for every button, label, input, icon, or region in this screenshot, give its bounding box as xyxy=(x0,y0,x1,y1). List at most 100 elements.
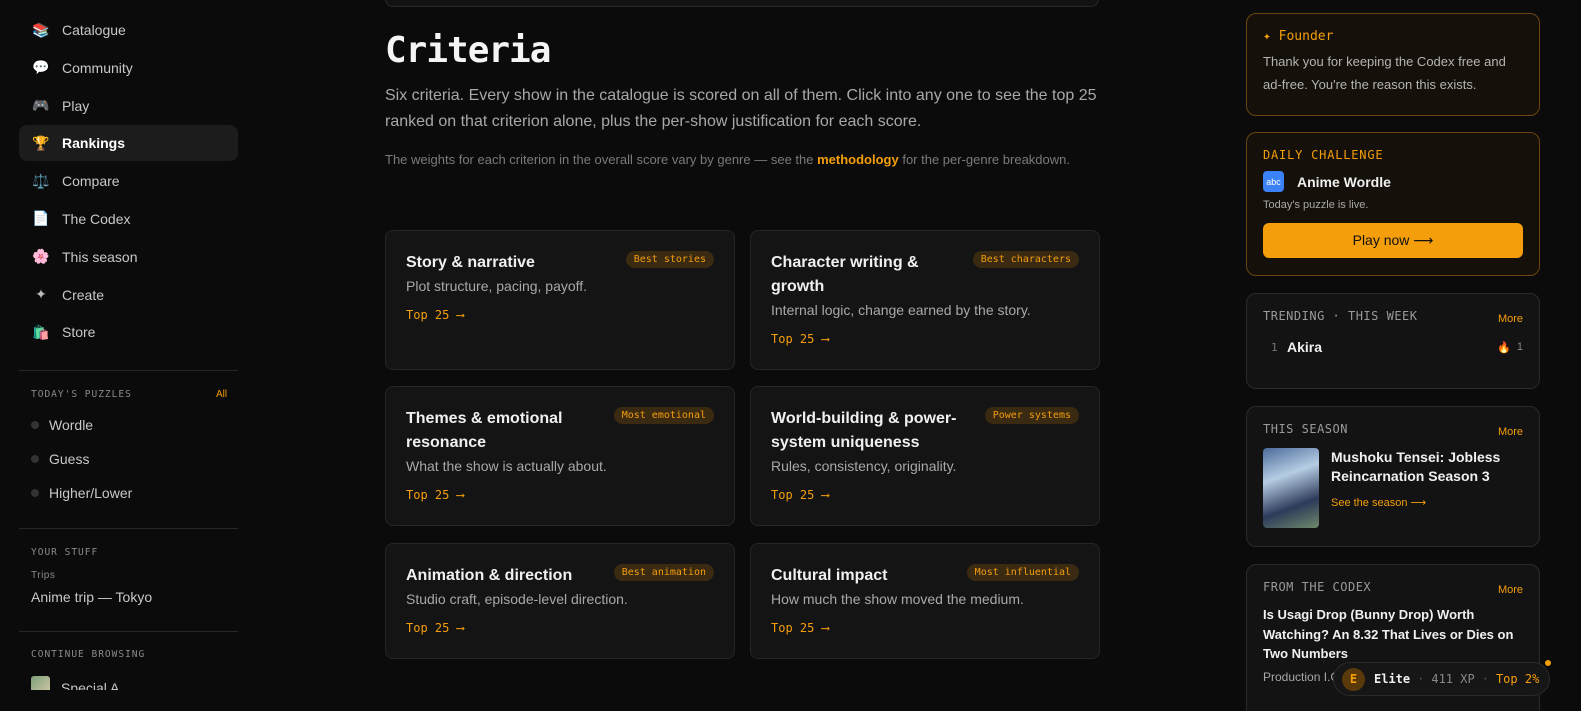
play-now-button[interactable]: Play now ⟶ xyxy=(1263,223,1523,258)
nav-item-catalogue[interactable]: 📚 Catalogue xyxy=(19,12,238,48)
weights-note: The weights for each criterion in the ov… xyxy=(385,150,1085,170)
criterion-desc: Rules, consistency, originality. xyxy=(771,458,957,474)
top-card-edge xyxy=(385,0,1099,7)
trending-count: 1 xyxy=(1516,341,1523,353)
nav-item-create[interactable]: ✦ Create xyxy=(19,277,238,313)
criterion-desc: Internal logic, change earned by the sto… xyxy=(771,302,1031,318)
nav-label: This season xyxy=(62,248,138,265)
separator: · xyxy=(1481,672,1489,686)
top-25-link[interactable]: Top 25 ⟶ xyxy=(406,621,714,635)
trending-more-link[interactable]: More xyxy=(1498,313,1523,325)
criterion-title: Cultural impact xyxy=(771,567,888,584)
criterion-title: Themes & emotional resonance xyxy=(406,410,563,451)
top-25-link[interactable]: Top 25 ⟶ xyxy=(771,332,1079,346)
codex-more-link[interactable]: More xyxy=(1498,584,1523,596)
continue-item[interactable]: Special A xyxy=(31,676,119,690)
trending-name: Akira xyxy=(1287,339,1323,355)
status-dot xyxy=(31,455,39,463)
puzzle-item-guess[interactable]: Guess xyxy=(31,451,89,467)
trending-card: TRENDING · THIS WEEK More 1 Akira 🔥 1 xyxy=(1246,293,1540,389)
codex-icon: 📄 xyxy=(32,210,50,227)
puzzle-label: Wordle xyxy=(49,417,94,433)
note-text: for the per-genre breakdown. xyxy=(898,152,1070,167)
xp-status-pill[interactable]: E Elite · 411 XP · Top 2% xyxy=(1333,662,1550,696)
trending-rank: 1 xyxy=(1271,340,1278,354)
flame-icon: 🔥 xyxy=(1497,341,1511,354)
criterion-title: World-building & power-system uniqueness xyxy=(771,410,957,451)
season-item[interactable]: Mushoku Tensei: Jobless Reincarnation Se… xyxy=(1263,448,1523,528)
top-25-link[interactable]: Top 25 ⟶ xyxy=(406,308,714,322)
note-text: The weights for each criterion in the ov… xyxy=(385,152,818,167)
trips-label: Trips xyxy=(31,570,56,581)
nav-item-rankings[interactable]: 🏆 Rankings xyxy=(19,125,238,162)
daily-challenge-sub: Today's puzzle is live. xyxy=(1263,199,1369,211)
criterion-badge: Most emotional xyxy=(613,407,714,424)
criterion-card-story[interactable]: Story & narrative Best stories Plot stru… xyxy=(385,230,735,370)
criterion-card-character[interactable]: Character writing & growth Best characte… xyxy=(750,230,1100,370)
nav-label: Play xyxy=(62,97,90,114)
page-title: Criteria xyxy=(385,30,551,71)
nav-item-compare[interactable]: ⚖️ Compare xyxy=(19,163,238,199)
methodology-link[interactable]: methodology xyxy=(817,152,899,167)
intro-text: Six criteria. Every show in the catalogu… xyxy=(385,87,1097,130)
sidebar: 📚 Catalogue 💬 Community 🎮 Play 🏆 Ranking… xyxy=(0,0,256,711)
top-25-link[interactable]: Top 25 ⟶ xyxy=(406,488,714,502)
puzzle-label: Higher/Lower xyxy=(49,485,133,501)
daily-challenge-card: DAILY CHALLENGE abc Anime Wordle Today's… xyxy=(1246,132,1540,276)
divider xyxy=(19,528,238,529)
thumbnail xyxy=(31,676,50,690)
nav-label: Compare xyxy=(62,173,120,190)
nav-label: Store xyxy=(62,324,96,341)
nav-item-community[interactable]: 💬 Community xyxy=(19,50,238,86)
puzzle-item-higher-lower[interactable]: Higher/Lower xyxy=(31,485,132,501)
status-dot xyxy=(31,421,39,429)
criterion-desc: Studio craft, episode-level direction. xyxy=(406,591,628,607)
see-season-link[interactable]: See the season ⟶ xyxy=(1331,496,1523,509)
criterion-card-cultural-impact[interactable]: Cultural impact Most influential How muc… xyxy=(750,543,1100,659)
trending-label: TRENDING · THIS WEEK xyxy=(1263,309,1418,323)
founder-text: Thank you for keeping the Codex free and… xyxy=(1263,54,1506,92)
this-season-card: THIS SEASON More Mushoku Tensei: Jobless… xyxy=(1246,406,1540,547)
continue-browsing-label: CONTINUE BROWSING xyxy=(31,649,146,660)
criterion-desc: Plot structure, pacing, payoff. xyxy=(406,278,588,294)
nav-label: The Codex xyxy=(62,210,131,227)
play-icon: 🎮 xyxy=(32,97,50,114)
status-dot xyxy=(31,489,39,497)
founder-title: ✦ Founder xyxy=(1263,29,1334,44)
season-poster xyxy=(1263,448,1319,528)
separator: · xyxy=(1417,672,1425,686)
nav-label: Rankings xyxy=(62,135,126,152)
criterion-title: Character writing & growth xyxy=(771,254,919,295)
criterion-card-animation[interactable]: Animation & direction Best animation Stu… xyxy=(385,543,735,659)
create-icon: ✦ xyxy=(35,286,47,303)
divider xyxy=(19,370,238,371)
store-icon: 🛍️ xyxy=(32,323,50,340)
criterion-card-themes[interactable]: Themes & emotional resonance Most emotio… xyxy=(385,386,735,526)
codex-article-title[interactable]: Is Usagi Drop (Bunny Drop) Worth Watchin… xyxy=(1263,605,1523,664)
abc-icon: abc xyxy=(1263,171,1284,192)
rankings-icon: 🏆 xyxy=(32,134,50,151)
trip-link[interactable]: Anime trip — Tokyo xyxy=(31,589,152,605)
top-25-link[interactable]: Top 25 ⟶ xyxy=(771,621,1079,635)
criterion-card-world-building[interactable]: World-building & power-system uniqueness… xyxy=(750,386,1100,526)
criterion-badge: Best animation xyxy=(613,564,714,581)
nav-label: Catalogue xyxy=(62,22,126,38)
puzzle-item-wordle[interactable]: Wordle xyxy=(31,417,93,433)
daily-challenge-row: abc Anime Wordle xyxy=(1263,171,1523,192)
community-icon: 💬 xyxy=(32,59,50,76)
criterion-desc: What the show is actually about. xyxy=(406,458,607,474)
criterion-badge: Most influential xyxy=(966,564,1079,581)
nav-item-store[interactable]: 🛍️ Store xyxy=(19,314,238,350)
trending-item[interactable]: 1 Akira 🔥 1 xyxy=(1263,339,1523,355)
nav-item-play[interactable]: 🎮 Play xyxy=(19,88,238,124)
puzzles-all-link[interactable]: All xyxy=(216,389,227,400)
your-stuff-label: YOUR STUFF xyxy=(31,547,99,558)
criterion-title: Animation & direction xyxy=(406,567,573,584)
codex-label: FROM THE CODEX xyxy=(1263,580,1372,594)
top-25-link[interactable]: Top 25 ⟶ xyxy=(771,488,1079,502)
criterion-badge: Best stories xyxy=(625,251,714,268)
this-season-more-link[interactable]: More xyxy=(1498,426,1523,438)
nav-item-this-season[interactable]: 🌸 This season xyxy=(19,239,238,275)
nav-item-codex[interactable]: 📄 The Codex xyxy=(19,201,238,237)
compare-icon: ⚖️ xyxy=(32,172,50,189)
